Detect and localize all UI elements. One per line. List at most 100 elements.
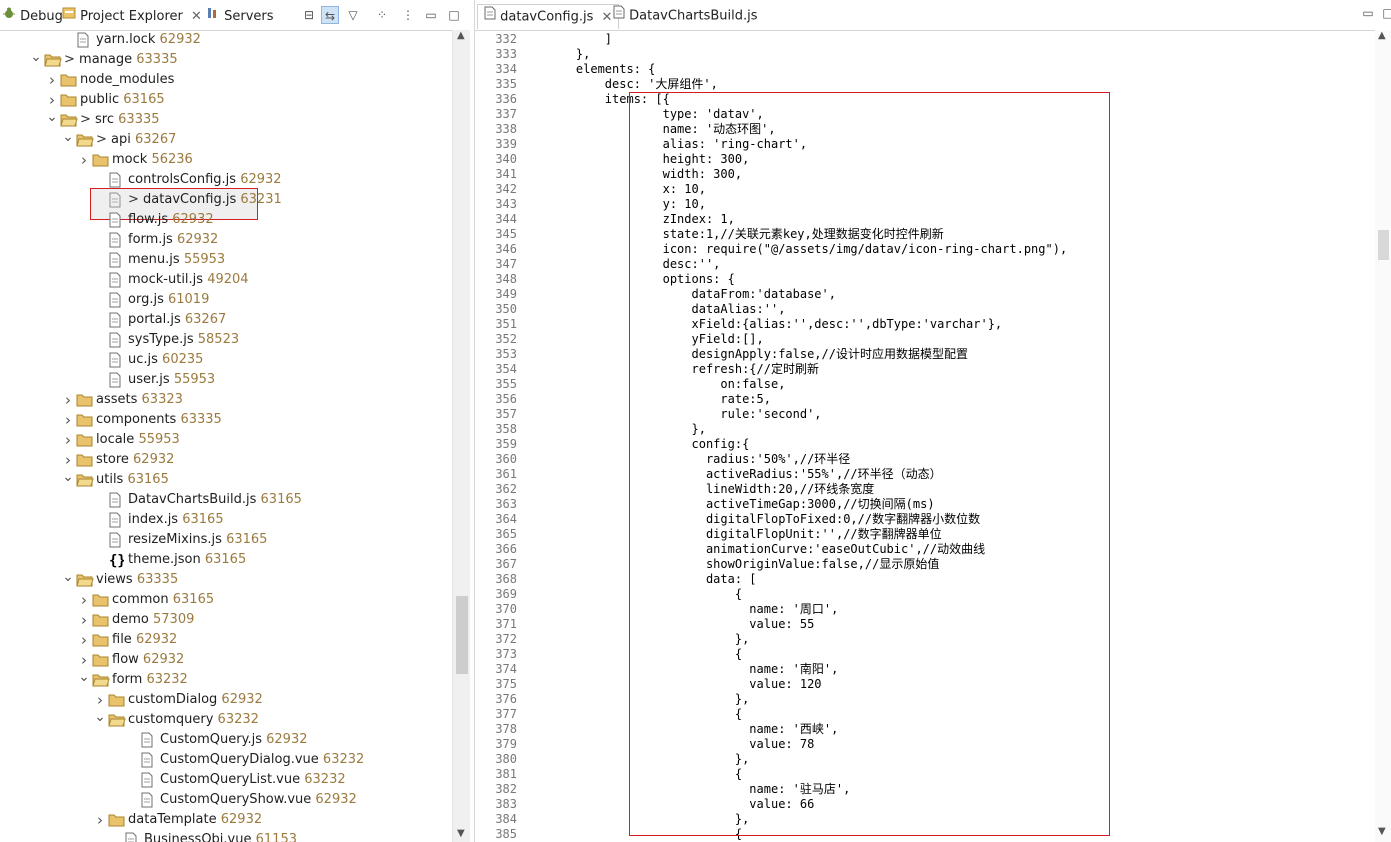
- chevron-right-icon[interactable]: ›: [78, 150, 90, 170]
- tree-folder-item[interactable]: › store 62932: [0, 450, 452, 470]
- chevron-down-icon[interactable]: ⌄: [94, 710, 106, 730]
- focus-icon[interactable]: ⁘: [373, 6, 391, 24]
- code-area[interactable]: 332 ] 333 }, 334 elements: {335 desc: '大屏组…: [475, 30, 1375, 842]
- tree-file-item[interactable]: CustomQueryDialog.vue 63232: [0, 750, 452, 770]
- editor-scrollbar-thumb[interactable]: [1378, 230, 1389, 260]
- chevron-down-icon[interactable]: ⌄: [62, 570, 74, 590]
- line-number: 361: [495, 467, 517, 481]
- tree-file-item[interactable]: resizeMixins.js 63165: [0, 530, 452, 550]
- tab-debug[interactable]: Debug: [2, 6, 63, 26]
- tree-file-item[interactable]: menu.js 55953: [0, 250, 452, 270]
- scroll-up-arrow-icon[interactable]: ▲: [457, 30, 465, 41]
- tree-folder-item[interactable]: ⌄ > manage 63335: [0, 50, 452, 70]
- tree-file-item[interactable]: controlsConfig.js 62932: [0, 170, 452, 190]
- tree-file-item[interactable]: uc.js 60235: [0, 350, 452, 370]
- tree-file-item[interactable]: user.js 55953: [0, 370, 452, 390]
- chevron-right-icon[interactable]: ›: [62, 450, 74, 470]
- chevron-right-icon[interactable]: ›: [78, 630, 90, 650]
- tree-folder-item[interactable]: › public 63165: [0, 90, 452, 110]
- chevron-right-icon[interactable]: ›: [62, 430, 74, 450]
- tree-item-name: views: [96, 572, 133, 587]
- tree-folder-item[interactable]: ⌄ utils 63165: [0, 470, 452, 490]
- code-line: 332 ]: [475, 32, 1375, 47]
- tree-folder-item[interactable]: › customDialog 62932: [0, 690, 452, 710]
- tree-file-item[interactable]: index.js 63165: [0, 510, 452, 530]
- tree-folder-item[interactable]: › node_modules: [0, 70, 452, 90]
- filter-icon[interactable]: ▽: [344, 6, 362, 24]
- tree-file-item[interactable]: > datavConfig.js 63231: [0, 188, 452, 220]
- code-text: },: [547, 47, 591, 61]
- chevron-right-icon[interactable]: ›: [94, 810, 106, 830]
- tab-servers[interactable]: Servers: [206, 6, 274, 26]
- tree-item-revision: 63165: [226, 532, 268, 547]
- minimize-icon[interactable]: ▭: [1359, 4, 1377, 22]
- tree-file-item[interactable]: form.js 62932: [0, 230, 452, 250]
- scroll-down-arrow-icon[interactable]: ▼: [1378, 826, 1386, 837]
- tree-file-item[interactable]: {} theme.json 63165: [0, 550, 452, 570]
- minimize-icon[interactable]: ▭: [422, 6, 440, 24]
- tree-folder-item[interactable]: ⌄ customquery 63232: [0, 710, 452, 730]
- tree-file-item[interactable]: portal.js 63267: [0, 310, 452, 330]
- chevron-right-icon[interactable]: ›: [78, 610, 90, 630]
- tree-file-item[interactable]: CustomQueryShow.vue 62932: [0, 790, 452, 810]
- tree-scrollbar[interactable]: ▲ ▼: [452, 30, 470, 842]
- chevron-down-icon[interactable]: ⌄: [78, 670, 90, 690]
- tree-folder-item[interactable]: ⌄ > src 63335: [0, 110, 452, 130]
- chevron-right-icon[interactable]: ›: [46, 90, 58, 110]
- collapse-all-icon[interactable]: ⊟: [300, 6, 318, 24]
- link-with-editor-icon[interactable]: ⇆: [321, 6, 339, 24]
- line-number: 366: [495, 542, 517, 556]
- editor-scrollbar[interactable]: ▲ ▼: [1375, 30, 1391, 842]
- tree-item-label: index.js 63165: [128, 510, 224, 530]
- line-number: 375: [495, 677, 517, 691]
- editor-tab-bar: datavConfig.js ✕ DatavChartsBuild.js ▭ □: [475, 0, 1391, 31]
- tree-file-item[interactable]: yarn.lock 62932: [0, 30, 452, 50]
- tab-datavconfig[interactable]: datavConfig.js ✕: [477, 4, 620, 29]
- tree-folder-item[interactable]: ⌄ form 63232: [0, 670, 452, 690]
- tree-file-item[interactable]: CustomQuery.js 62932: [0, 730, 452, 750]
- tree-folder-item[interactable]: › components 63335: [0, 410, 452, 430]
- chevron-right-icon[interactable]: ›: [62, 410, 74, 430]
- chevron-right-icon[interactable]: ›: [46, 70, 58, 90]
- tree-item-label: controlsConfig.js 62932: [128, 170, 282, 190]
- tree-file-item[interactable]: DatavChartsBuild.js 63165: [0, 490, 452, 510]
- scroll-up-arrow-icon[interactable]: ▲: [1378, 30, 1386, 41]
- tab-project-explorer[interactable]: Project Explorer ✕: [62, 6, 202, 26]
- code-text: {: [547, 767, 743, 781]
- close-icon[interactable]: ✕: [601, 10, 612, 25]
- tree-folder-item[interactable]: › demo 57309: [0, 610, 452, 630]
- chevron-right-icon[interactable]: ›: [94, 690, 106, 710]
- tree-folder-item[interactable]: › file 62932: [0, 630, 452, 650]
- chevron-down-icon[interactable]: ⌄: [62, 130, 74, 150]
- tree-file-item[interactable]: CustomQueryList.vue 63232: [0, 770, 452, 790]
- maximize-icon[interactable]: □: [1379, 4, 1391, 22]
- chevron-down-icon[interactable]: ⌄: [46, 110, 58, 130]
- line-number: 347: [495, 257, 517, 271]
- tree-file-item[interactable]: BusinessObj.vue 61153: [0, 830, 452, 842]
- chevron-right-icon[interactable]: ›: [78, 650, 90, 670]
- chevron-right-icon[interactable]: ›: [78, 590, 90, 610]
- tab-datavchartsbuild[interactable]: DatavChartsBuild.js: [613, 4, 758, 28]
- tree-folder-item[interactable]: › mock 56236: [0, 150, 452, 170]
- close-icon[interactable]: ✕: [191, 9, 202, 24]
- tree-folder-item[interactable]: › dataTemplate 62932: [0, 810, 452, 830]
- tree-item-label: node_modules: [80, 70, 174, 90]
- maximize-icon[interactable]: □: [445, 6, 463, 24]
- code-line: 381 {: [475, 767, 1375, 782]
- tree-file-item[interactable]: mock-util.js 49204: [0, 270, 452, 290]
- tree-folder-item[interactable]: › locale 55953: [0, 430, 452, 450]
- tree-folder-item[interactable]: ⌄ > api 63267: [0, 130, 452, 150]
- chevron-right-icon[interactable]: ›: [62, 390, 74, 410]
- chevron-down-icon[interactable]: ⌄: [62, 470, 74, 490]
- tree-file-item[interactable]: org.js 61019: [0, 290, 452, 310]
- chevron-down-icon[interactable]: ⌄: [30, 50, 42, 70]
- tree-scrollbar-thumb[interactable]: [456, 596, 468, 674]
- tree-file-item[interactable]: sysType.js 58523: [0, 330, 452, 350]
- tree-folder-item[interactable]: › flow 62932: [0, 650, 452, 670]
- tree-folder-item[interactable]: › assets 63323: [0, 390, 452, 410]
- view-menu-icon[interactable]: ⋮: [399, 6, 417, 24]
- tree-file-item[interactable]: flow.js 62932: [0, 210, 452, 230]
- scroll-down-arrow-icon[interactable]: ▼: [457, 828, 465, 839]
- tree-folder-item[interactable]: ⌄ views 63335: [0, 570, 452, 590]
- tree-folder-item[interactable]: › common 63165: [0, 590, 452, 610]
